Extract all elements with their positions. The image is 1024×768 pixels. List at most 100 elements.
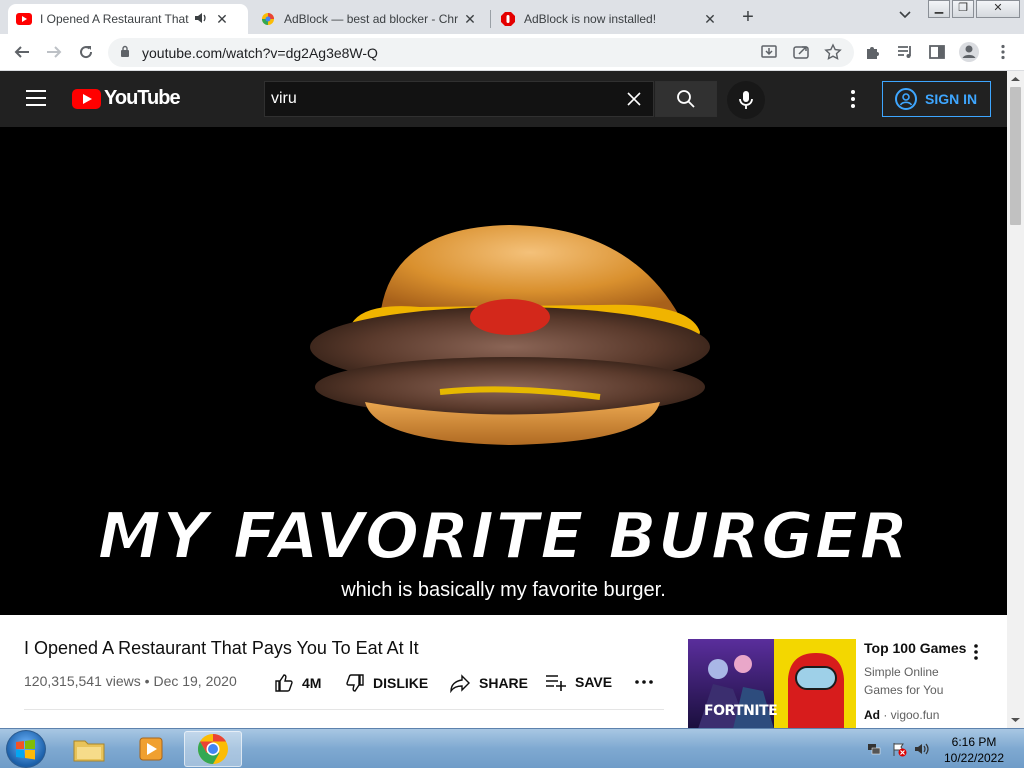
share-arrow-icon (450, 674, 470, 693)
install-app-icon[interactable] (760, 43, 778, 61)
ad-thumbnail[interactable]: FORTNITE (688, 639, 856, 728)
tab-title: I Opened A Restaurant That Pays You To E… (40, 12, 190, 26)
sign-in-label: SIGN IN (925, 91, 978, 107)
system-clock[interactable]: 6:16 PM 10/22/2022 (942, 734, 1006, 766)
bookmark-star-icon[interactable] (824, 43, 842, 61)
clear-search-icon[interactable] (625, 90, 643, 108)
ad-description: Simple Online Games for You (864, 665, 944, 697)
more-actions-icon[interactable] (634, 677, 654, 687)
microphone-icon (739, 91, 753, 109)
close-tab-icon[interactable]: ✕ (462, 11, 478, 28)
clock-time: 6:16 PM (951, 735, 997, 749)
tab-title: AdBlock — best ad blocker - Chrome Web S… (284, 12, 458, 26)
ad-badge: Ad (864, 708, 880, 722)
thumbs-down-icon (346, 674, 364, 692)
video-stats: 120,315,541 views • Dec 19, 2020 (24, 673, 237, 689)
tab-youtube[interactable]: I Opened A Restaurant That Pays You To E… (8, 4, 248, 34)
adblock-icon (500, 11, 516, 27)
share-button[interactable]: SHARE (449, 673, 528, 693)
reload-icon[interactable] (74, 40, 98, 64)
taskbar-media-player[interactable] (122, 731, 180, 767)
youtube-header: YouTube SIGN IN (0, 71, 1007, 127)
tab-adblock-installed[interactable]: AdBlock is now installed! ✕ (492, 4, 726, 34)
chrome-icon (197, 734, 228, 764)
windows-logo-icon (16, 739, 35, 760)
maximize-icon[interactable]: ❐ (952, 0, 974, 18)
close-tab-icon[interactable]: ✕ (214, 11, 230, 28)
network-icon[interactable] (866, 741, 882, 757)
ad-image-text: FORTNITE (704, 703, 778, 719)
volume-icon[interactable] (914, 741, 930, 757)
dislike-label: DISLIKE (373, 675, 429, 691)
tab-strip: I Opened A Restaurant That Pays You To E… (0, 0, 1024, 34)
back-arrow-icon[interactable] (10, 40, 34, 64)
taskbar-chrome[interactable] (184, 731, 242, 767)
video-overlay-title: MY FAVORITE BURGER (96, 499, 910, 575)
page-scrollbar[interactable] (1007, 71, 1024, 728)
dislike-button[interactable]: DISLIKE (345, 673, 428, 693)
taskbar-file-explorer[interactable] (60, 731, 118, 767)
browser-toolbar: youtube.com/watch?v=dg2Ag3e8W-Q (0, 34, 1024, 71)
action-center-flag-icon[interactable] (891, 741, 907, 757)
ad-meta: Ad · vigoo.fun (864, 708, 940, 722)
playlist-add-icon (546, 675, 566, 691)
tab-search-chevron-icon[interactable] (896, 8, 914, 26)
start-button[interactable] (6, 730, 46, 768)
search-input[interactable] (265, 82, 615, 116)
tab-adblock-store[interactable]: AdBlock — best ad blocker - Chrome Web S… (252, 4, 486, 34)
url-text[interactable]: youtube.com/watch?v=dg2Ag3e8W-Q (142, 45, 378, 61)
divider (24, 709, 664, 710)
ad-domain: vigoo.fun (890, 708, 940, 722)
new-tab-button[interactable]: + (736, 6, 760, 30)
media-control-icon[interactable] (896, 43, 914, 61)
account-circle-icon (895, 88, 917, 110)
share-label: SHARE (479, 675, 529, 691)
windows-taskbar: 6:16 PM 10/22/2022 (0, 728, 1024, 768)
media-player-icon (139, 737, 163, 761)
youtube-favicon-icon (16, 11, 32, 27)
scrollbar-thumb[interactable] (1010, 87, 1021, 225)
share-page-icon[interactable] (792, 43, 810, 61)
scroll-down-icon[interactable] (1007, 714, 1024, 726)
ad-more-icon[interactable] (968, 642, 984, 662)
video-details: I Opened A Restaurant That Pays You To E… (0, 615, 1007, 728)
side-panel-icon[interactable] (928, 43, 946, 61)
upload-date: Dec 19, 2020 (153, 673, 237, 689)
lock-icon[interactable] (120, 45, 130, 57)
view-count: 120,315,541 views (24, 673, 141, 689)
clock-date: 10/22/2022 (943, 751, 1005, 765)
close-window-icon[interactable]: ✕ (976, 0, 1020, 18)
save-button[interactable]: SAVE (545, 673, 612, 691)
voice-search-button[interactable] (727, 81, 765, 119)
forward-arrow-icon[interactable] (42, 40, 66, 64)
thumbs-up-icon (275, 674, 293, 692)
address-bar[interactable]: youtube.com/watch?v=dg2Ag3e8W-Q (108, 38, 854, 67)
chrome-webstore-icon (260, 11, 276, 27)
sign-in-button[interactable]: SIGN IN (882, 81, 991, 117)
extensions-puzzle-icon[interactable] (864, 43, 882, 61)
youtube-play-icon (72, 88, 101, 109)
like-count: 4M (302, 675, 322, 691)
hamburger-menu-icon[interactable] (26, 90, 46, 106)
youtube-wordmark: YouTube (104, 87, 181, 109)
minimize-icon[interactable]: ▁ (928, 0, 950, 18)
browser-menu-icon[interactable] (994, 43, 1012, 61)
search-button[interactable] (655, 81, 717, 117)
youtube-page: YouTube SIGN IN (0, 71, 1007, 728)
video-player[interactable]: MY FAVORITE BURGER which is basically my… (0, 127, 1007, 615)
search-box (264, 81, 654, 117)
settings-more-icon[interactable] (843, 88, 863, 110)
close-tab-icon[interactable]: ✕ (702, 11, 718, 28)
burger-image (310, 225, 710, 445)
tab-divider (490, 10, 491, 28)
tab-title: AdBlock is now installed! (524, 12, 657, 26)
video-title: I Opened A Restaurant That Pays You To E… (24, 638, 419, 658)
folder-icon (73, 740, 105, 762)
youtube-logo[interactable]: YouTube (72, 87, 181, 110)
search-icon (677, 90, 695, 108)
ad-title[interactable]: Top 100 Games (864, 640, 966, 656)
speaker-icon[interactable] (194, 12, 210, 27)
like-button[interactable]: 4M (274, 673, 321, 693)
scroll-up-icon[interactable] (1007, 73, 1024, 85)
profile-avatar-icon[interactable] (958, 41, 980, 63)
